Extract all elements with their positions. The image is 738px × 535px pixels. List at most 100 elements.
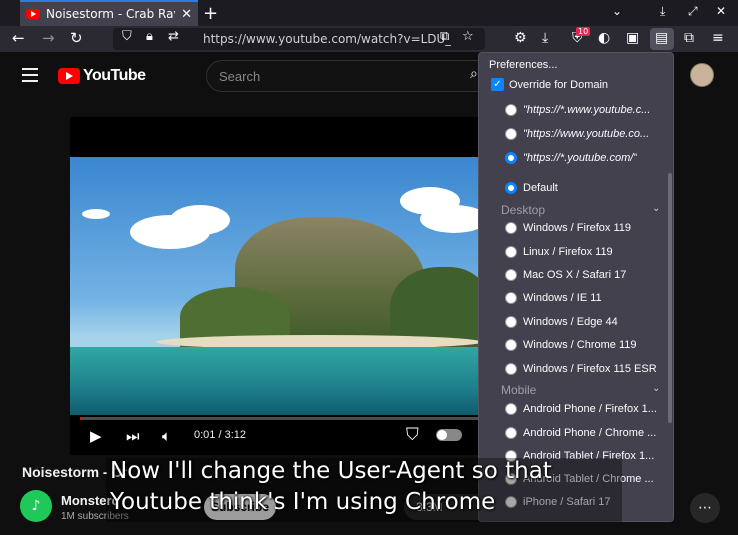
youtube-play-icon <box>58 68 80 84</box>
nav-bar: ← → ↻ https://www.youtube.com/watch?v=LD… <box>0 26 738 52</box>
search-icon[interactable]: ⌕ <box>470 66 478 82</box>
radio[interactable] <box>505 292 517 304</box>
mobile-section-header: Mobile <box>501 383 537 397</box>
agent-label: Windows / IE 11 <box>523 292 602 304</box>
bookmark-star-icon[interactable]: ☆ <box>462 29 474 44</box>
back-icon[interactable]: ← <box>12 29 25 47</box>
agent-label: Android Phone / Chrome ... <box>523 427 657 439</box>
downloads-icon[interactable]: ⤓ <box>542 30 548 46</box>
agent-label: Windows / Chrome 119 <box>523 339 637 351</box>
lock-icon[interactable]: 🔒︎ <box>146 29 153 44</box>
domain-label: "https://*.youtube.com/" <box>523 152 638 164</box>
container-icon[interactable]: ▣ <box>626 30 639 46</box>
more-options-icon[interactable]: ⋯ <box>690 493 720 523</box>
agent-option[interactable]: Linux / Firefox 119 <box>505 246 671 258</box>
maximize-icon[interactable]: ⤢ <box>688 4 698 19</box>
reload-icon[interactable]: ↻ <box>70 29 83 47</box>
tab-youtube[interactable]: Noisestorm - Crab Rave [ ✕ <box>20 0 198 26</box>
radio[interactable] <box>505 403 517 415</box>
agent-label: Windows / Edge 44 <box>523 316 618 328</box>
domain-option[interactable]: "https://*.youtube.com/" <box>505 152 671 164</box>
domain-option[interactable]: "https://www.youtube.co... <box>505 128 671 140</box>
domain-option[interactable]: "https://*.www.youtube.c... <box>505 104 671 116</box>
channel-avatar[interactable]: ♪ <box>20 490 52 522</box>
agent-label: Android Phone / Firefox 1... <box>523 403 657 415</box>
agent-option[interactable]: Android Phone / Chrome ... <box>505 427 671 439</box>
url-text: https://www.youtube.com/watch?v=LDU_ <box>203 32 452 46</box>
youtube-logo[interactable]: YouTube <box>58 67 146 85</box>
volume-icon[interactable]: 🔈︎ <box>162 427 171 445</box>
youtube-favicon-icon <box>26 9 40 19</box>
agent-option[interactable]: Android Phone / Firefox 1... <box>505 403 671 415</box>
radio[interactable] <box>505 339 517 351</box>
radio[interactable] <box>505 269 517 281</box>
picture-in-picture-icon[interactable]: ⧉ <box>440 29 449 44</box>
agent-option[interactable]: Windows / Firefox 115 ESR <box>505 363 671 375</box>
tab-list-icon[interactable]: ⌄ <box>612 4 622 18</box>
autoplay-toggle[interactable] <box>436 429 462 441</box>
popup-scrollbar[interactable] <box>668 173 672 423</box>
radio[interactable] <box>505 104 517 116</box>
agent-label: Windows / Firefox 115 ESR <box>523 363 657 375</box>
youtube-logo-text: YouTube <box>83 67 146 84</box>
ublock-count-badge: 10 <box>576 27 591 36</box>
extensions-puzzle-icon[interactable]: ⧉ <box>684 30 694 46</box>
radio[interactable] <box>505 427 517 439</box>
settings-gear-icon[interactable]: ⚙ <box>514 30 527 46</box>
tab-title: Noisestorm - Crab Rave [ <box>46 7 175 21</box>
agent-option[interactable]: Mac OS X / Safari 17 <box>505 269 671 281</box>
agent-label: Linux / Firefox 119 <box>523 246 613 258</box>
menu-icon[interactable]: ≡ <box>712 30 724 46</box>
chevron-down-icon[interactable]: ⌄ <box>652 383 660 394</box>
close-window-icon[interactable]: ✕ <box>716 4 726 18</box>
radio[interactable] <box>505 246 517 258</box>
shield-icon[interactable]: ⛉ <box>122 29 132 44</box>
play-icon[interactable]: ▶ <box>90 427 102 445</box>
agent-option[interactable]: Windows / Firefox 119 <box>505 222 671 234</box>
progress-bar[interactable] <box>80 417 478 420</box>
agent-label: Windows / Firefox 119 <box>523 222 632 234</box>
caption-line-2: Youtube think's I'm using Chrome <box>110 489 496 515</box>
forward-icon[interactable]: → <box>42 29 55 47</box>
radio-selected[interactable] <box>505 152 517 164</box>
agent-label: Mac OS X / Safari 17 <box>523 269 627 281</box>
radio[interactable] <box>505 222 517 234</box>
new-tab-icon[interactable]: + <box>203 3 218 24</box>
user-agent-icon[interactable]: ▤ <box>655 30 668 46</box>
video-controls: ▶ ⏭ 🔈︎ 0:01 / 3:12 ⛉ <box>70 417 488 455</box>
default-label: Default <box>523 182 558 194</box>
permissions-icon[interactable]: ⇄ <box>168 29 179 44</box>
radio[interactable] <box>505 363 517 375</box>
radio-selected[interactable] <box>505 182 517 194</box>
domain-label: "https://*.www.youtube.c... <box>523 104 651 116</box>
agent-option[interactable]: Windows / Edge 44 <box>505 316 671 328</box>
sponsor-shield-icon[interactable]: ⛉ <box>406 425 419 445</box>
checkmark-icon: ✓ <box>491 78 504 91</box>
search-input[interactable]: Search <box>206 60 496 92</box>
radio[interactable] <box>505 128 517 140</box>
tab-strip: Noisestorm - Crab Rave [ ✕ + ⌄ ⤓ ⤢ ✕ <box>0 0 738 26</box>
preferences-link[interactable]: Preferences... <box>489 59 557 71</box>
extension-toggle-icon[interactable]: ◐ <box>598 30 610 46</box>
agent-option[interactable]: Windows / IE 11 <box>505 292 671 304</box>
default-option[interactable]: Default <box>505 182 671 194</box>
next-icon[interactable]: ⏭ <box>126 427 140 445</box>
video-frame <box>70 157 488 415</box>
agent-option[interactable]: Windows / Chrome 119 <box>505 339 671 351</box>
close-tab-icon[interactable]: ✕ <box>181 7 192 22</box>
video-player[interactable]: ▶ ⏭ 🔈︎ 0:01 / 3:12 ⛉ <box>70 117 488 455</box>
search-placeholder: Search <box>219 68 261 84</box>
avatar[interactable] <box>690 63 714 87</box>
chevron-down-icon[interactable]: ⌄ <box>652 203 660 214</box>
video-time: 0:01 / 3:12 <box>194 429 246 441</box>
desktop-section-header: Desktop <box>501 203 546 217</box>
user-agent-popup: Preferences... ✓ Override for Domain "ht… <box>478 52 674 522</box>
hamburger-menu-icon[interactable] <box>22 68 38 82</box>
override-label: Override for Domain <box>509 78 609 91</box>
minimize-icon[interactable]: ⤓ <box>660 4 665 19</box>
override-for-domain-checkbox[interactable]: ✓ Override for Domain <box>491 78 608 91</box>
caption-line-1: Now I'll change the User-Agent so that <box>110 458 552 484</box>
domain-label: "https://www.youtube.co... <box>523 128 650 140</box>
radio[interactable] <box>505 316 517 328</box>
caption-overlay: Now I'll change the User-Agent so that Y… <box>106 458 622 522</box>
